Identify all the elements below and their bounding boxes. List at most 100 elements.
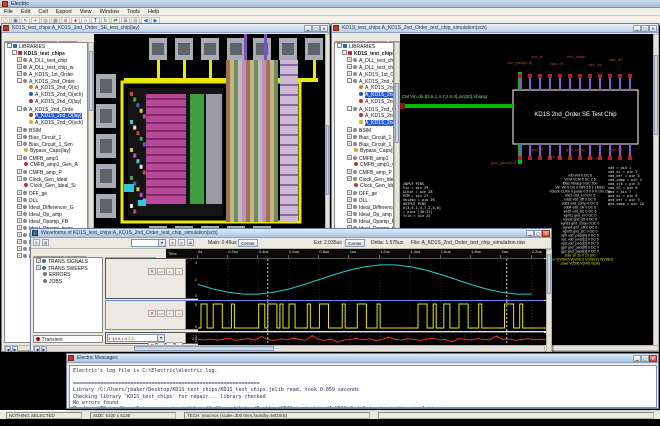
- snapshot-icon[interactable]: ▥: [42, 239, 49, 246]
- messages-window-titlebar[interactable]: Electric Messages ▁▢✕: [67, 354, 658, 363]
- tree-item[interactable]: ERRORS: [34, 272, 102, 279]
- close-icon[interactable]: ✕: [542, 230, 550, 237]
- center-ext-button[interactable]: Center: [345, 239, 365, 247]
- tree-expander-icon[interactable]: +: [347, 176, 352, 181]
- tree-item[interactable]: +CMFB_amp_P: [335, 169, 393, 176]
- tree-expander-icon[interactable]: +: [17, 239, 22, 244]
- waveform-panel-3[interactable]: ✕▭⇔⇔3: t[3,6,1,4,7,2,▼32.52: [105, 332, 544, 344]
- tree-expander-icon[interactable]: +: [347, 127, 352, 132]
- tree-expander-icon[interactable]: +: [17, 176, 22, 181]
- messages-log[interactable]: Electric's log file is C:\Electric\elect…: [69, 365, 657, 408]
- main-titlebar[interactable]: Electric: [0, 0, 660, 8]
- tree-expander-icon[interactable]: +: [347, 169, 352, 174]
- tree-expander-icon[interactable]: +: [347, 204, 352, 209]
- delete-panel-icon[interactable]: ✕: [148, 310, 156, 317]
- tree-item[interactable]: +A_DLL_test_chip_w: [335, 64, 393, 71]
- tree-expander-icon[interactable]: +: [36, 258, 41, 263]
- remove-all-icon[interactable]: ✕: [178, 239, 185, 246]
- tree-expander-icon[interactable]: +: [17, 169, 22, 174]
- tree-expander-icon[interactable]: +: [17, 232, 22, 237]
- tree-item[interactable]: +DLL: [5, 197, 87, 204]
- tree-item[interactable]: +Ideal_Opamp_FB: [335, 218, 393, 225]
- tree-expander-icon[interactable]: +: [347, 190, 352, 195]
- fit-y-icon[interactable]: ⇔: [175, 268, 183, 275]
- tree-expander-icon[interactable]: +: [17, 155, 22, 160]
- tree-item[interactable]: +DLL: [335, 197, 393, 204]
- tree-item[interactable]: Clock_Gen_Ideal_Si: [335, 183, 393, 190]
- fit-x-icon[interactable]: ⇔: [166, 268, 174, 275]
- tree-expander-icon[interactable]: +: [347, 141, 352, 146]
- tree-item[interactable]: Clock_Gen_Ideal_Si: [5, 183, 87, 190]
- tree-expander-icon[interactable]: +: [17, 204, 22, 209]
- tree-expander-icon[interactable]: +: [347, 155, 352, 160]
- tree-expander-icon[interactable]: +: [17, 57, 22, 62]
- tree-item[interactable]: Bypass_Caps{lay}: [335, 148, 393, 155]
- tree-item[interactable]: +CMFB_amp_P: [5, 169, 87, 176]
- tree-expander-icon[interactable]: -: [7, 43, 12, 48]
- tree-item[interactable]: +BSIM: [5, 127, 87, 134]
- waveform-vscrollbar[interactable]: [546, 249, 552, 352]
- tree-expander-icon[interactable]: -: [17, 106, 22, 111]
- minimize-panel-icon[interactable]: ▭: [157, 310, 165, 317]
- tree-item[interactable]: A_KD1S_2nd_O{sch}: [335, 120, 393, 127]
- tree-item[interactable]: +DFF_ge: [5, 190, 87, 197]
- maximize-icon[interactable]: ▢: [312, 25, 320, 32]
- tree-item[interactable]: +Ideal_Opamp_FB: [5, 218, 87, 225]
- waveform-plot[interactable]: [198, 333, 547, 345]
- tree-expander-icon[interactable]: +: [17, 211, 22, 216]
- waveform-panel-1[interactable]: ✕▭⇔⇔420: [105, 258, 544, 299]
- tree-item[interactable]: -A_KD1S_2nd_Order: [5, 78, 87, 85]
- tree-item[interactable]: -LIBRARIES: [335, 43, 393, 50]
- schematic-window-titlebar[interactable]: KD1S_test_chips:A_KD1S_2nd_Order_test_ch…: [332, 24, 658, 33]
- panel3-signal-combobox[interactable]: 3: t[3,6,1,4,7,2,▼: [107, 334, 165, 342]
- tree-item[interactable]: -KD1S_test_chips: [5, 50, 87, 57]
- tree-item[interactable]: +Ideal_Differencer_G: [335, 204, 393, 211]
- tree-expander-icon[interactable]: -: [337, 43, 342, 48]
- close-icon[interactable]: ✕: [649, 25, 657, 32]
- tree-expander-icon[interactable]: +: [17, 218, 22, 223]
- tree-expander-icon[interactable]: +: [17, 134, 22, 139]
- tree-item[interactable]: -A_KD1S_2nd_Order: [335, 78, 393, 85]
- tree-item[interactable]: +A_DLL_test_chip_w: [5, 64, 87, 71]
- waveform-window-titlebar[interactable]: Waveforms of KD1S_test_chips:A_KD1S_2nd_…: [31, 229, 551, 238]
- tree-item[interactable]: +Clock_Gen_Ideal: [335, 176, 393, 183]
- tree-expander-icon[interactable]: +: [17, 253, 22, 258]
- tree-item[interactable]: +A_DLL_test_chip: [5, 57, 87, 64]
- tree-expander-icon[interactable]: +: [36, 265, 41, 270]
- tree-item[interactable]: +CMFB_amp1: [335, 155, 393, 162]
- maximize-icon[interactable]: ▢: [641, 25, 649, 32]
- tree-expander-icon[interactable]: +: [347, 211, 352, 216]
- tree-item[interactable]: +Ideal_Differencer_G: [5, 204, 87, 211]
- tree-item[interactable]: +A_DLL_test_chip: [335, 57, 393, 64]
- waveform-hscrollbar[interactable]: ◀▶: [33, 345, 545, 352]
- remove-signal-icon[interactable]: ✕: [169, 239, 176, 246]
- tree-item[interactable]: Bypass_Caps{lay}: [5, 148, 87, 155]
- tree-expander-icon[interactable]: +: [347, 64, 352, 69]
- tree-item[interactable]: CMFB_amp1_Gen_A: [5, 162, 87, 169]
- tree-expander-icon[interactable]: +: [17, 246, 22, 251]
- tree-item[interactable]: +Clock_Gen_Ideal: [5, 176, 87, 183]
- maximize-icon[interactable]: ▢: [534, 230, 542, 237]
- schematic-canvas-vscrollbar[interactable]: [653, 34, 659, 346]
- tree-item[interactable]: +Ideal_Op_amp: [335, 211, 393, 218]
- tree-item[interactable]: A_KD1S_2nd_O{lay}: [5, 99, 87, 106]
- tree-item[interactable]: +TRANS SWEEPS: [34, 265, 102, 272]
- tree-item[interactable]: -LIBRARIES: [5, 43, 87, 50]
- tree-expander-icon[interactable]: -: [12, 50, 17, 55]
- tree-item[interactable]: -A_KD1S_2nd_Orde: [335, 106, 393, 113]
- tree-item[interactable]: +Ideal_Op_amp: [5, 211, 87, 218]
- tree-item[interactable]: A_KD1S_2nd_O{lay}: [5, 113, 87, 120]
- tree-expander-icon[interactable]: +: [347, 57, 352, 62]
- tree-item[interactable]: +CMFB_amp1: [5, 155, 87, 162]
- signal-set-combobox[interactable]: ▼: [131, 239, 166, 247]
- tree-item[interactable]: A_KD1S_2nd_O{sch}: [5, 92, 87, 99]
- overlay-icon[interactable]: ⊠: [187, 239, 194, 246]
- tree-expander-icon[interactable]: +: [17, 225, 22, 230]
- fit-x-icon[interactable]: ⇔: [166, 310, 174, 317]
- tree-expander-icon[interactable]: +: [17, 64, 22, 69]
- tree-expander-icon[interactable]: +: [17, 197, 22, 202]
- fit-y-icon[interactable]: ⇔: [175, 310, 183, 317]
- center-main-button[interactable]: Center: [238, 239, 258, 247]
- minimize-icon[interactable]: ▁: [304, 25, 312, 32]
- minimize-icon[interactable]: ▁: [633, 355, 641, 362]
